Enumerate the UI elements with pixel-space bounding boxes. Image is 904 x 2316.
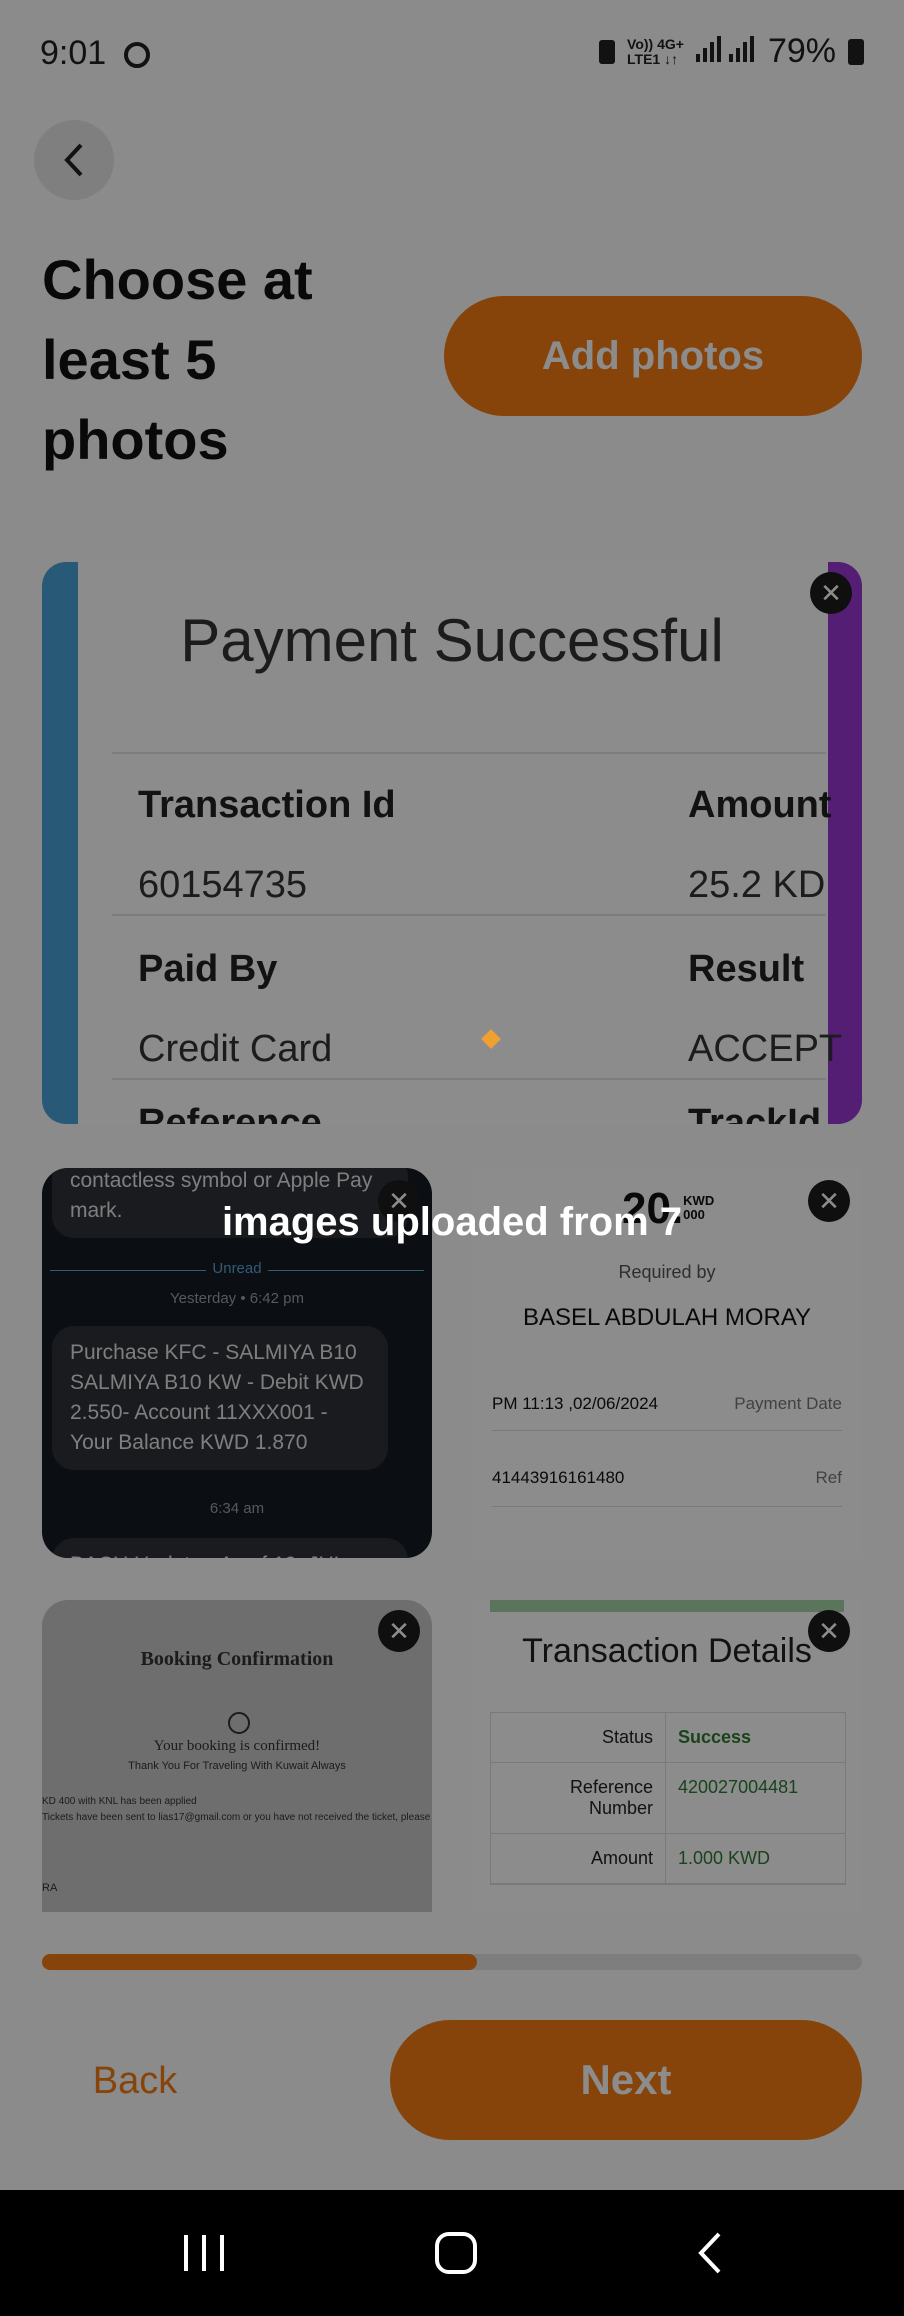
system-nav-bar: [0, 2190, 904, 2316]
upload-photos-screen: 9:01 Vo)) 4G+ LTE1 ↓↑ 79% Choose at leas…: [0, 0, 904, 2190]
back-nav-icon[interactable]: [680, 2226, 740, 2280]
home-icon[interactable]: [426, 2226, 486, 2280]
upload-status-text: images uploaded from 7: [221, 1200, 683, 1244]
loading-indicator: [481, 1029, 501, 1049]
upload-overlay: images uploaded from 7: [0, 0, 904, 2190]
recent-apps-icon[interactable]: [174, 2226, 234, 2280]
